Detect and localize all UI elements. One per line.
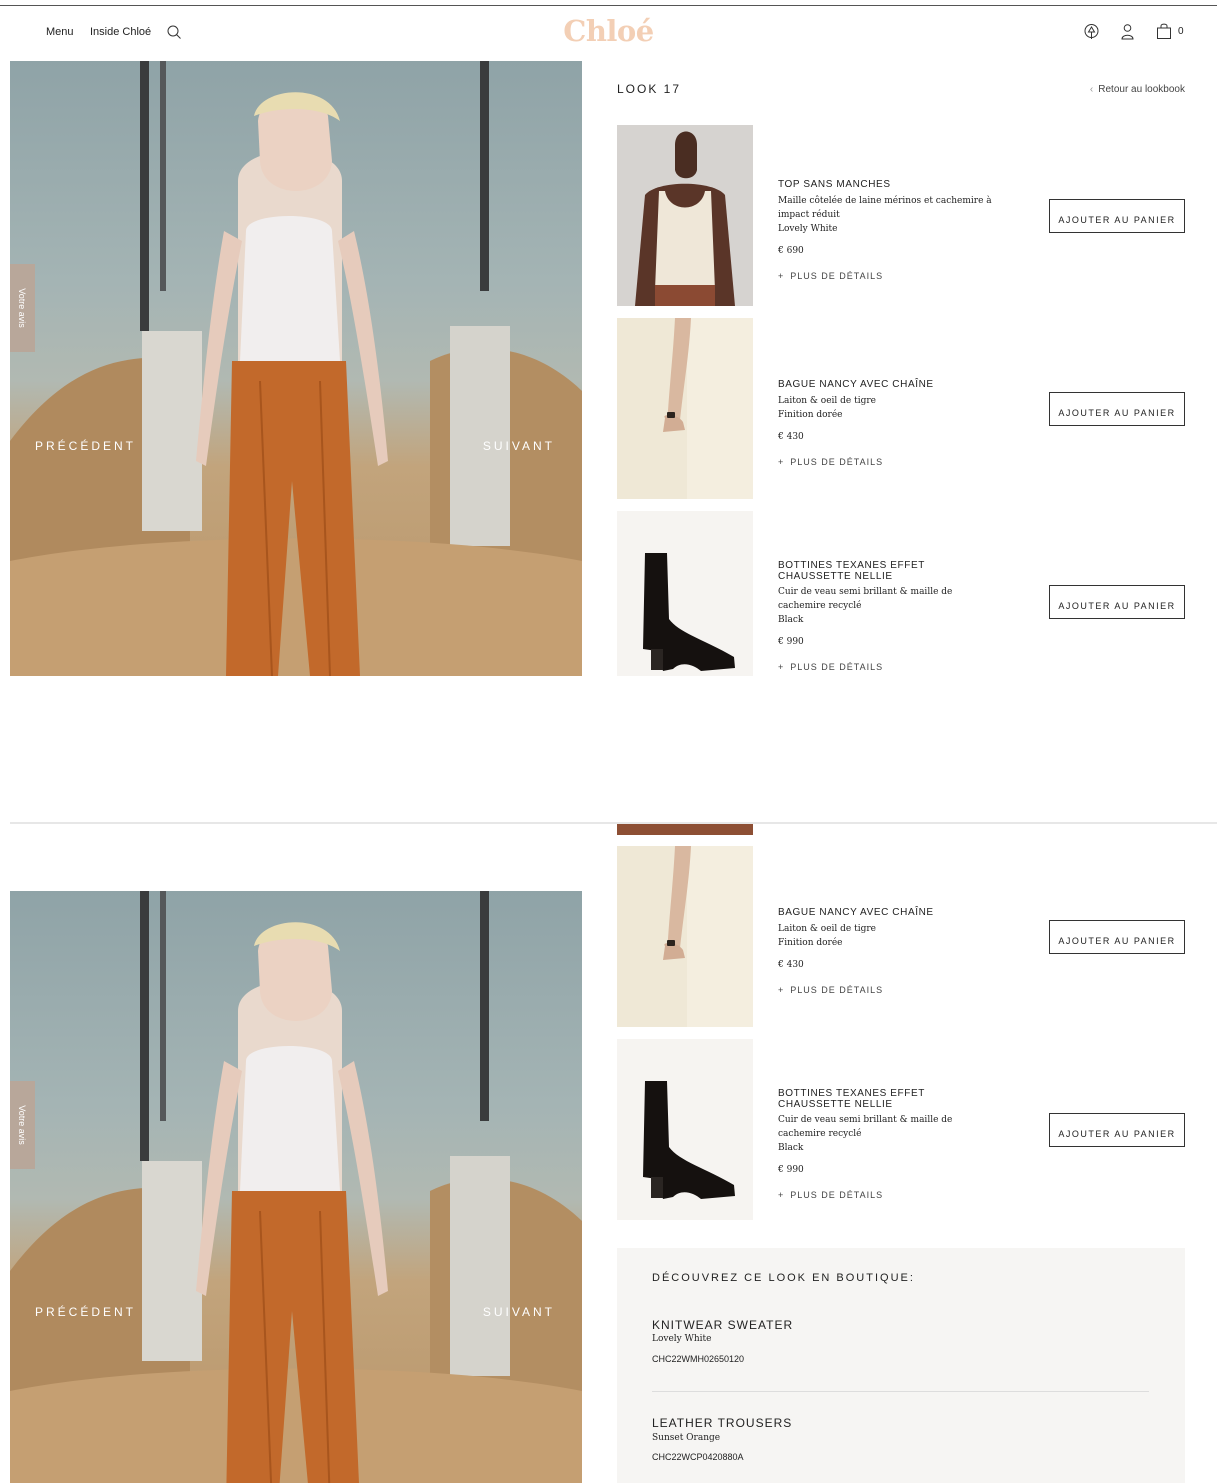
- product-desc-line: Finition dorée: [778, 938, 843, 948]
- product-price: € 990: [778, 637, 804, 647]
- chevron-left-icon: ‹: [1089, 84, 1094, 95]
- product-price: € 430: [778, 960, 804, 970]
- boutique-title: DÉCOUVREZ CE LOOK EN BOUTIQUE:: [652, 1272, 915, 1284]
- look-title: LOOK 17: [617, 82, 682, 96]
- cart-count: 0: [1178, 26, 1184, 37]
- back-to-lookbook-link[interactable]: ‹ Retour au lookbook: [1090, 84, 1185, 95]
- product-thumb-boots[interactable]: [617, 511, 753, 676]
- look-image: PRÉCÉDENT SUIVANT: [10, 61, 582, 676]
- add-to-cart-button[interactable]: AJOUTER AU PANIER: [1049, 585, 1185, 619]
- product-more-details-label: PLUS DE DÉTAILS: [790, 985, 884, 995]
- next-look-button[interactable]: SUIVANT: [483, 439, 555, 453]
- user-icon[interactable]: [1119, 23, 1136, 40]
- back-to-lookbook-label: Retour au lookbook: [1098, 84, 1185, 95]
- boutique-divider: [652, 1391, 1149, 1392]
- look-image: PRÉCÉDENT SUIVANT: [10, 891, 582, 1483]
- product-more-details-label: PLUS DE DÉTAILS: [790, 457, 884, 467]
- product-price: € 990: [778, 1165, 804, 1175]
- product-more-details-label: PLUS DE DÉTAILS: [790, 271, 884, 281]
- site-header: Menu Inside Chloé Chloé 0: [0, 6, 1217, 60]
- product-thumb-ring[interactable]: [617, 318, 753, 499]
- previous-look-button[interactable]: PRÉCÉDENT: [35, 1305, 136, 1319]
- product-price: € 430: [778, 432, 804, 442]
- add-to-cart-button[interactable]: AJOUTER AU PANIER: [1049, 1113, 1185, 1147]
- product-more-details-link[interactable]: + PLUS DE DÉTAILS: [778, 662, 883, 672]
- product-thumb-top[interactable]: [617, 125, 753, 306]
- boutique-item-name: KNITWEAR SWEATER: [652, 1318, 794, 1332]
- product-more-details-link[interactable]: + PLUS DE DÉTAILS: [778, 985, 883, 995]
- product-name: BAGUE NANCY AVEC CHAÎNE: [778, 907, 934, 918]
- product-thumb-ring[interactable]: [617, 846, 753, 1027]
- ring-illustration: [663, 318, 753, 499]
- product-desc-line: cachemire recyclé: [778, 601, 862, 611]
- product-desc-line: Cuir de veau semi brillant & maille de: [778, 587, 953, 597]
- product-more-details-link[interactable]: + PLUS DE DÉTAILS: [778, 457, 883, 467]
- feedback-tab[interactable]: Votre avis: [10, 264, 35, 352]
- product-desc-line: impact réduit: [778, 210, 840, 220]
- ring-illustration: [663, 846, 753, 1027]
- boutique-item-ref: CHC22WMH02650120: [652, 1354, 745, 1364]
- product-price: € 690: [778, 246, 804, 256]
- boutique-item-color: Sunset Orange: [652, 1433, 721, 1443]
- boot-illustration: [643, 1081, 735, 1199]
- product-more-details-label: PLUS DE DÉTAILS: [790, 1190, 884, 1200]
- product-name: CHAUSSETTE NELLIE: [778, 1099, 893, 1110]
- boot-illustration: [643, 553, 735, 671]
- plus-icon: +: [778, 457, 785, 467]
- top-illustration: [635, 131, 735, 306]
- product-name: TOP SANS MANCHES: [778, 179, 891, 190]
- feedback-tab-label: Votre avis: [17, 288, 27, 328]
- next-look-button[interactable]: SUIVANT: [483, 1305, 555, 1319]
- bag-icon[interactable]: [1155, 22, 1173, 40]
- plus-icon: +: [778, 662, 785, 672]
- product-name: BOTTINES TEXANES EFFET: [778, 1088, 925, 1099]
- plus-icon: +: [778, 985, 785, 995]
- previous-look-button[interactable]: PRÉCÉDENT: [35, 439, 136, 453]
- boutique-item-ref: CHC22WCP0420880A: [652, 1452, 744, 1462]
- frame-divider: [10, 822, 1217, 824]
- add-to-cart-button[interactable]: AJOUTER AU PANIER: [1049, 920, 1185, 954]
- product-desc-line: Laiton & oeil de tigre: [778, 924, 876, 934]
- product-more-details-link[interactable]: + PLUS DE DÉTAILS: [778, 1190, 883, 1200]
- product-more-details-label: PLUS DE DÉTAILS: [790, 662, 884, 672]
- product-desc-line: Cuir de veau semi brillant & maille de: [778, 1115, 953, 1125]
- boutique-item-color: Lovely White: [652, 1334, 712, 1344]
- boutique-item-name: LEATHER TROUSERS: [652, 1416, 793, 1430]
- product-desc-line: Maille côtelée de laine mérinos et cache…: [778, 196, 992, 206]
- add-to-cart-button[interactable]: AJOUTER AU PANIER: [1049, 199, 1185, 233]
- product-desc-line: cachemire recyclé: [778, 1129, 862, 1139]
- plus-icon: +: [778, 1190, 785, 1200]
- product-name: BAGUE NANCY AVEC CHAÎNE: [778, 379, 934, 390]
- product-more-details-link[interactable]: + PLUS DE DÉTAILS: [778, 271, 883, 281]
- product-name: CHAUSSETTE NELLIE: [778, 571, 893, 582]
- product-color: Lovely White: [778, 224, 838, 234]
- boutique-panel: DÉCOUVREZ CE LOOK EN BOUTIQUE: KNITWEAR …: [617, 1248, 1185, 1483]
- product-desc-line: Finition dorée: [778, 410, 843, 420]
- product-thumb-top-partial: [617, 824, 753, 835]
- product-color: Black: [778, 1143, 804, 1153]
- product-name: BOTTINES TEXANES EFFET: [778, 560, 925, 571]
- feedback-tab-label: Votre avis: [17, 1105, 27, 1145]
- runway-illustration: [10, 891, 582, 1483]
- add-to-cart-button[interactable]: AJOUTER AU PANIER: [1049, 392, 1185, 426]
- product-desc-line: Laiton & oeil de tigre: [778, 396, 876, 406]
- product-color: Black: [778, 615, 804, 625]
- chloe-logo[interactable]: Chloé: [0, 14, 1217, 48]
- runway-illustration: [10, 61, 582, 676]
- product-thumb-boots[interactable]: [617, 1039, 753, 1220]
- tree-icon[interactable]: [1083, 23, 1100, 40]
- feedback-tab[interactable]: Votre avis: [10, 1081, 35, 1169]
- plus-icon: +: [778, 271, 785, 281]
